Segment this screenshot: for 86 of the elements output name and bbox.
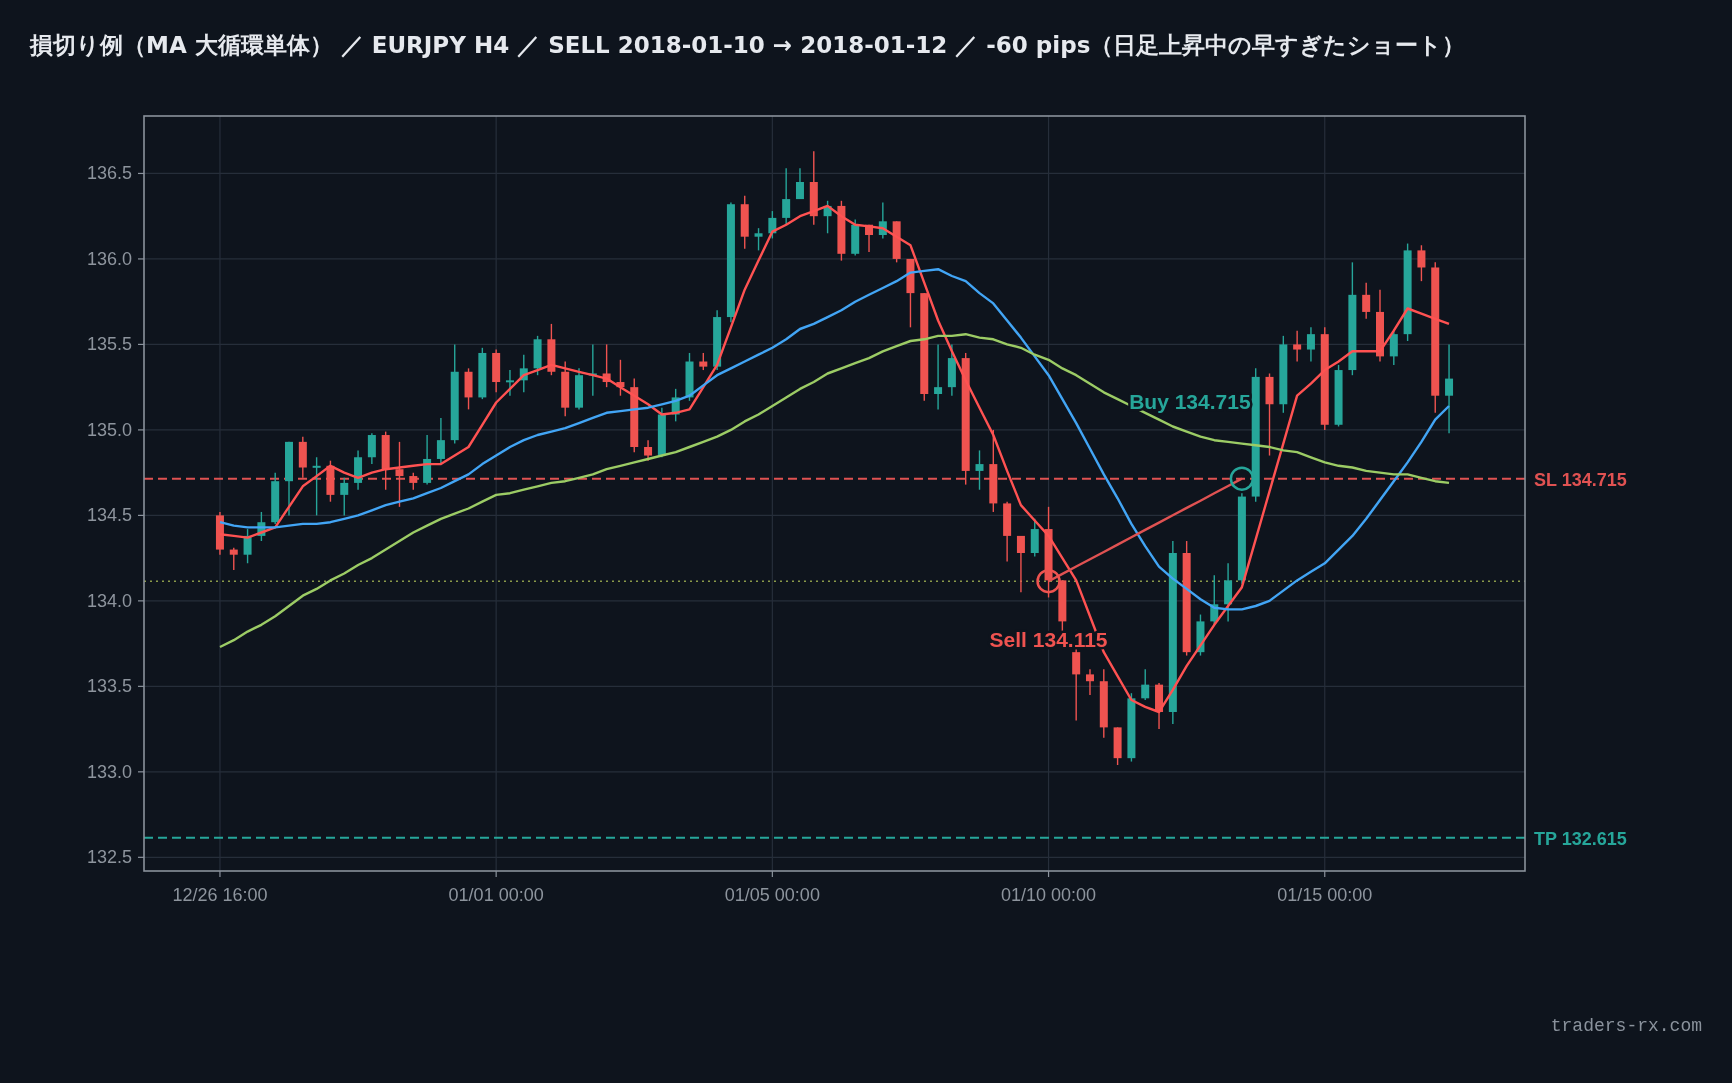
trade-marker: [1229, 466, 1255, 491]
candlestick: [229, 547, 238, 571]
candlestick: [1127, 692, 1136, 763]
candlestick: [644, 439, 653, 462]
candlestick: [892, 220, 901, 264]
candlestick: [1086, 668, 1094, 696]
candlestick: [1417, 244, 1426, 282]
candlestick: [381, 430, 390, 491]
candlestick: [685, 352, 694, 402]
candlestick: [492, 348, 501, 393]
candlestick: [464, 367, 473, 411]
candlestick: [478, 347, 487, 400]
candlestick: [1306, 326, 1315, 363]
candlestick: [575, 367, 583, 411]
candlestick: [1334, 364, 1343, 428]
candlestick: [588, 343, 597, 397]
y-tick-label: 136.0: [86, 248, 132, 269]
candlestick: [533, 335, 542, 376]
candlestick: [1003, 501, 1012, 563]
candlestick: [1224, 562, 1233, 623]
candlestick: [975, 449, 984, 491]
candlestick: [505, 369, 514, 397]
price-label: SL 134.715: [1534, 469, 1627, 490]
y-tick-label: 135.5: [86, 334, 132, 355]
candlestick: [326, 459, 335, 503]
candlestick: [782, 167, 791, 226]
candlestick: [602, 343, 611, 388]
candlestick: [823, 200, 832, 234]
candlestick: [354, 449, 363, 491]
x-tick-label: 01/05 00:00: [724, 885, 820, 905]
trade-marker: [1036, 568, 1061, 594]
candlestick: [312, 456, 321, 517]
candlestick: [409, 471, 418, 491]
candlestick: [796, 167, 804, 200]
x-tick-label: 01/15 00:00: [1277, 885, 1373, 905]
candlestick: [423, 434, 432, 486]
candlestick: [436, 417, 445, 465]
candlestick: [657, 406, 666, 458]
y-tick-label: 134.0: [86, 590, 132, 611]
y-tick-label: 135.0: [86, 419, 132, 440]
candlestick: [1155, 682, 1164, 730]
candlestick: [1293, 330, 1302, 363]
candlestick: [878, 201, 887, 240]
candlestick: [1016, 535, 1025, 594]
candlestick: [713, 309, 722, 371]
candlestick: [1113, 726, 1122, 766]
candlestick: [1362, 282, 1371, 320]
candlestick: [519, 353, 528, 393]
candlestick: [740, 194, 749, 250]
y-tick-label: 133.0: [86, 761, 132, 782]
y-tick-label: 136.5: [86, 163, 132, 184]
site-credit: traders-rx.com: [1550, 1016, 1702, 1036]
candlestick: [215, 511, 224, 556]
price-label: TP 132.615: [1534, 828, 1627, 849]
candlestick: [340, 477, 349, 517]
candlestick: [395, 441, 404, 508]
x-tick-label: 01/10 00:00: [1001, 885, 1097, 905]
candlestick: [257, 511, 266, 542]
candlestick: [561, 360, 570, 417]
y-tick-label: 133.5: [86, 676, 132, 697]
chart-title: 損切り例（MA 大循環単体） ／ EURJPY H4 ／ SELL 2018-01-10 → 2018-01-12 ／ -60 pips（日足上昇中の早すぎたショート）: [30, 30, 1466, 60]
candlestick: [1196, 613, 1205, 657]
candlestick: [271, 471, 280, 525]
candlestick: [616, 359, 625, 397]
price-label: Buy 134.715: [1129, 389, 1251, 413]
candlestick: [1389, 330, 1398, 366]
candlestick: [671, 388, 680, 423]
candlestick: [754, 227, 763, 252]
x-tick-label: 12/26 16:00: [172, 885, 268, 905]
x-tick-label: 01/01 00:00: [448, 885, 544, 905]
candlestick: [547, 323, 556, 376]
candlestick: [851, 218, 860, 257]
candlestick: [367, 432, 376, 465]
candlestick: [934, 343, 943, 411]
candlestick: [243, 528, 252, 564]
candlestick: [1099, 668, 1108, 739]
candlestick: [947, 343, 956, 397]
candlestick: [1141, 668, 1150, 701]
candlestick: [768, 210, 777, 240]
candlestick: [298, 436, 307, 479]
y-tick-label: 134.5: [86, 505, 132, 526]
y-tick-label: 132.5: [86, 847, 132, 868]
candlestick: [906, 258, 915, 328]
candlestick: [837, 200, 846, 262]
candlestick: [865, 224, 874, 253]
candlestick: [699, 352, 708, 371]
